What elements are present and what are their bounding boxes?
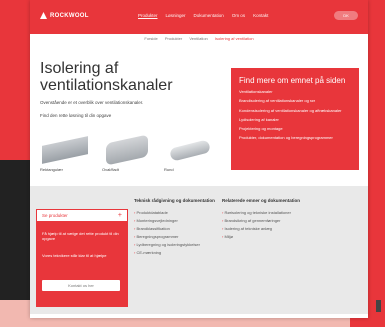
column-link[interactable]: CE-mærkning bbox=[134, 250, 216, 255]
column-link[interactable]: Beregningsprogrammer bbox=[134, 234, 216, 239]
panel-title: Find mere om emnet på siden bbox=[239, 76, 346, 85]
brand-logo[interactable]: ROCKWOOL bbox=[40, 12, 89, 19]
panel-link[interactable]: Ventilationskanaler bbox=[239, 89, 354, 95]
panel-link[interactable]: Produkter, dokumentation og beregningspr… bbox=[239, 136, 354, 141]
breadcrumb-item[interactable]: Forside bbox=[144, 36, 157, 41]
background-dark-strip bbox=[0, 160, 30, 300]
panel-link[interactable]: Brandisolering af ventilationskanaler og… bbox=[239, 98, 354, 104]
column-link[interactable]: Brandklassifikation bbox=[134, 226, 216, 231]
contact-text: Få hjælp til at vælge det rette produkt … bbox=[42, 231, 119, 241]
column-link[interactable]: Rørisolering og tekniske installationer bbox=[222, 210, 304, 215]
breadcrumb-current: Isolering af ventilation bbox=[214, 36, 254, 41]
nav-item-contact[interactable]: Kontakt bbox=[253, 13, 268, 18]
column-link[interactable]: Produktdatablade bbox=[134, 210, 216, 215]
round-duct-image bbox=[164, 135, 216, 165]
column-link[interactable]: Isolering af tekniske anlæg bbox=[222, 226, 304, 231]
related-column: Relaterede emner og dokumentation Røriso… bbox=[222, 198, 304, 242]
oval-duct-image bbox=[102, 134, 154, 166]
accordion-title: Se produkter bbox=[42, 213, 68, 218]
panel-link[interactable]: Projektering og montage bbox=[239, 126, 354, 132]
duct-gallery: Rektangulær Oval/fladt Rund bbox=[40, 134, 216, 172]
brand-name: ROCKWOOL bbox=[50, 12, 89, 19]
language-button[interactable]: DK bbox=[334, 11, 358, 20]
column-link[interactable]: Lydberegning og isoleringstykkelser bbox=[134, 242, 216, 247]
main-nav: Produkter Løsninger Dokumentation Om os … bbox=[138, 13, 268, 18]
duct-oval[interactable]: Oval/fladt bbox=[102, 134, 154, 172]
panel-link[interactable]: Kondensisolering af ventilationskanaler … bbox=[239, 108, 354, 114]
breadcrumb-item[interactable]: Ventilation bbox=[189, 36, 207, 41]
accordion-header[interactable]: Se produkter + bbox=[36, 209, 128, 222]
column-title: Relaterede emner og dokumentation bbox=[222, 198, 301, 203]
contact-box: Se produkter + Få hjælp til at vælge det… bbox=[36, 209, 128, 307]
intro-text: Ovenstående er et overblik over ventilat… bbox=[40, 100, 144, 105]
page-container: ROCKWOOL Produkter Løsninger Dokumentati… bbox=[30, 0, 368, 318]
nav-item-products[interactable]: Produkter bbox=[138, 13, 158, 18]
nav-item-about[interactable]: Om os bbox=[232, 13, 245, 18]
column-link[interactable]: Monteringsvejledninger bbox=[134, 218, 216, 223]
logo-icon bbox=[40, 12, 47, 19]
breadcrumb-item[interactable]: Produkter bbox=[165, 36, 182, 41]
duct-round[interactable]: Rund bbox=[164, 135, 216, 172]
column-title: Teknisk rådgivning og dokumentation bbox=[134, 198, 215, 203]
column-list: Produktdatablade Monteringsvejledninger … bbox=[134, 210, 216, 255]
duct-label: Oval/fladt bbox=[102, 167, 119, 172]
plus-icon: + bbox=[117, 212, 122, 219]
breadcrumb: Forside Produkter Ventilation Isolering … bbox=[30, 36, 368, 41]
column-list: Rørisolering og tekniske installationer … bbox=[222, 210, 304, 239]
duct-rectangular[interactable]: Rektangulær bbox=[40, 135, 92, 172]
subtitle-text: Find den rette løsning til din opgave bbox=[40, 113, 112, 118]
duct-label: Rektangulær bbox=[40, 167, 63, 172]
page-title: Isolering af ventilationskanaler bbox=[40, 60, 173, 94]
duct-label: Rund bbox=[164, 167, 174, 172]
related-topics-panel: Find mere om emnet på siden Ventilations… bbox=[231, 68, 359, 170]
rectangular-duct-image bbox=[40, 135, 92, 165]
contact-text-secondary: Vores teknikere står klar til at hjælpe bbox=[42, 253, 107, 258]
nav-item-solutions[interactable]: Løsninger bbox=[166, 13, 186, 18]
panel-list: Ventilationskanaler Brandisolering af ve… bbox=[239, 89, 354, 146]
nav-item-documentation[interactable]: Dokumentation bbox=[194, 13, 224, 18]
column-link[interactable]: Brandsikring af gennemføringer bbox=[222, 218, 304, 223]
header-bar: ROCKWOOL Produkter Løsninger Dokumentati… bbox=[30, 0, 368, 34]
column-link[interactable]: Miljø bbox=[222, 234, 304, 239]
panel-link[interactable]: Lydisolering af kanaler bbox=[239, 117, 354, 123]
docs-column: Teknisk rådgivning og dokumentation Prod… bbox=[134, 198, 216, 258]
scroll-handle[interactable] bbox=[376, 300, 381, 312]
contact-button[interactable]: Kontakt os her bbox=[42, 280, 120, 291]
